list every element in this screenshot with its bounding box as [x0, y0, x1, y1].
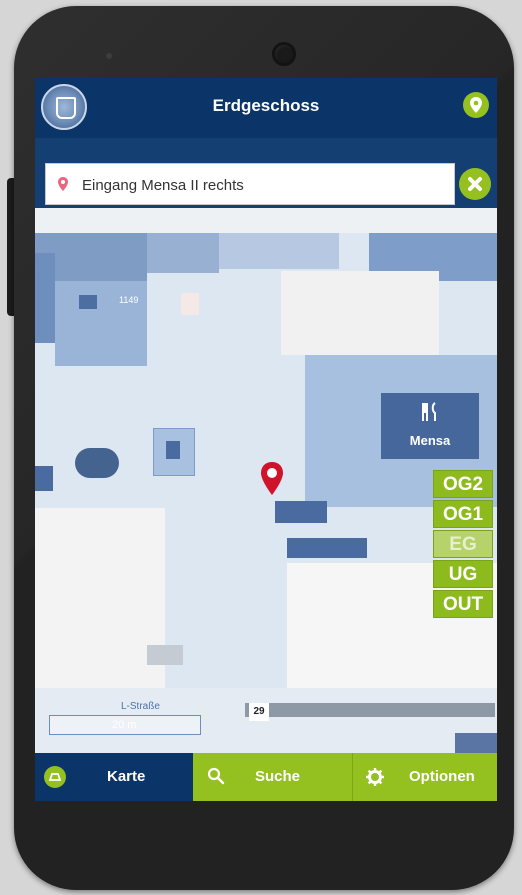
map-icon [44, 766, 66, 788]
nav-tab-karte[interactable]: Karte [35, 753, 193, 801]
gear-icon [366, 768, 384, 786]
map-room [181, 293, 199, 315]
floor-button-og1[interactable]: OG1 [433, 500, 493, 528]
mensa-label: Mensa [409, 433, 451, 448]
close-icon [468, 177, 482, 191]
nav-tab-optionen[interactable]: Optionen [353, 753, 497, 801]
stairs-icon [75, 448, 119, 478]
info-icon [166, 441, 180, 459]
map-pin-icon [470, 97, 482, 113]
cafe-icon [79, 295, 97, 309]
restroom-icon [35, 466, 53, 491]
street-band [245, 703, 495, 717]
search-field[interactable] [45, 163, 455, 205]
map-room [455, 733, 497, 753]
search-bar [35, 138, 497, 208]
front-camera [272, 42, 296, 66]
clear-search-button[interactable] [459, 168, 491, 200]
floor-button-ug[interactable]: UG [433, 560, 493, 588]
accessible-restroom-icon [287, 538, 367, 558]
app-bar: Erdgeschoss [35, 78, 497, 138]
map-room [55, 281, 147, 366]
page-title: Erdgeschoss [212, 96, 320, 115]
proximity-sensor [106, 53, 112, 59]
floor-switcher: OG2 OG1 EG UG OUT [433, 470, 493, 620]
map-room [147, 233, 219, 273]
location-pin-icon [58, 177, 68, 191]
floor-button-eg[interactable]: EG [433, 530, 493, 558]
floor-button-out[interactable]: OUT [433, 590, 493, 618]
destination-marker-icon[interactable] [259, 461, 285, 497]
map-building-block [281, 271, 439, 355]
location-button[interactable] [463, 92, 489, 118]
street-label: L-Straße [121, 701, 160, 712]
nav-label-karte: Karte [107, 768, 146, 785]
floor-button-og2[interactable]: OG2 [433, 470, 493, 498]
elevator-icon [275, 501, 327, 523]
restaurant-icon [422, 402, 436, 421]
nav-label-optionen: Optionen [409, 768, 475, 785]
map-room [219, 233, 339, 269]
mensa-label-box: Mensa [381, 393, 479, 459]
scale-label: 20 m [112, 719, 137, 731]
nav-tab-suche[interactable]: Suche [193, 753, 353, 801]
map-room [147, 645, 183, 665]
search-input[interactable] [80, 172, 444, 198]
map-building-block [35, 508, 165, 688]
floor-map[interactable]: 1149 Mensa 29 [35, 233, 497, 753]
info-point [153, 428, 195, 476]
scale-bar: 20 m [49, 715, 201, 735]
search-icon [207, 767, 225, 785]
room-label-1149: 1149 [119, 295, 139, 305]
phone-frame: Erdgeschoss Eingang Mensa II rechts 1149… [0, 0, 522, 895]
bottom-navigation: Karte Suche Optionen [35, 753, 497, 801]
nav-label-suche: Suche [255, 768, 301, 785]
map-scale: L-Straße 20 m [49, 701, 201, 737]
map-room [35, 253, 55, 343]
app-screen: Erdgeschoss Eingang Mensa II rechts 1149… [35, 78, 497, 801]
room-label-29: 29 [249, 703, 269, 721]
